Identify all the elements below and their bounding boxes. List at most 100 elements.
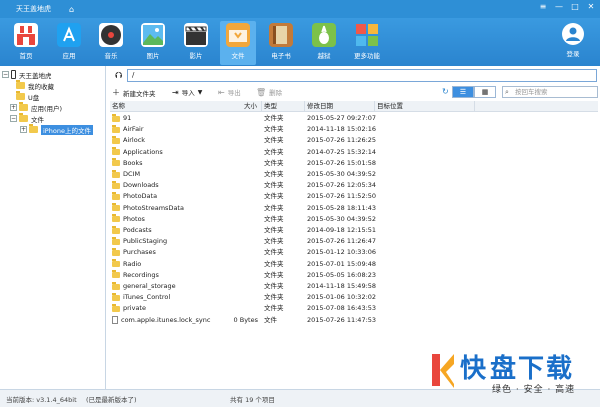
- table-row[interactable]: com.apple.itunes.lock_sync 0 Bytes 文件 2015-…: [110, 315, 598, 326]
- col-location[interactable]: 目标位置: [375, 101, 475, 112]
- tree-favorites[interactable]: 我的收藏: [16, 80, 54, 91]
- toolbar-movies-label: 影片: [189, 52, 203, 60]
- table-row[interactable]: PublicStaging 文件夹 2015-07-26 11:26:47: [110, 236, 598, 247]
- toolbar-jailbreak[interactable]: 越狱: [306, 21, 342, 65]
- toolbar-jailbreak-label: 越狱: [317, 52, 331, 60]
- table-row[interactable]: Radio 文件夹 2015-07-01 15:09:48: [110, 259, 598, 270]
- table-row[interactable]: Downloads 文件夹 2015-07-26 12:05:34: [110, 180, 598, 191]
- table-row[interactable]: AirFair 文件夹 2014-11-18 15:02:16: [110, 124, 598, 135]
- collapse-icon[interactable]: −: [10, 115, 17, 122]
- minimize-icon[interactable]: —: [554, 2, 564, 12]
- table-row[interactable]: Podcasts 文件夹 2014-09-18 12:15:51: [110, 225, 598, 236]
- cell-name: Airlock: [112, 135, 232, 146]
- close-icon[interactable]: ✕: [586, 2, 596, 12]
- toolbar-more[interactable]: 更多功能: [349, 21, 385, 65]
- refresh-icon[interactable]: ↻: [442, 87, 449, 96]
- toolbar-photos[interactable]: 图片: [135, 21, 171, 65]
- col-size-label[interactable]: 大小: [244, 101, 257, 112]
- tree-iphone-files[interactable]: + iPhone上的文件: [20, 124, 93, 135]
- expand-icon[interactable]: +: [10, 104, 17, 111]
- export-button[interactable]: ⇤ 导出: [218, 87, 241, 98]
- table-row[interactable]: private 文件夹 2015-07-08 16:43:53: [110, 303, 598, 314]
- toolbar-home[interactable]: 首页: [8, 21, 44, 65]
- file-name: AirFair: [123, 125, 144, 134]
- menu-icon[interactable]: ≡: [538, 2, 548, 12]
- cell-type: 文件夹: [264, 259, 284, 268]
- cell-name: Radio: [112, 259, 232, 270]
- table-row[interactable]: general_storage 文件夹 2014-11-18 15:49:58: [110, 281, 598, 292]
- tree-files[interactable]: − 文件: [10, 113, 44, 124]
- toolbar-more-label: 更多功能: [354, 52, 380, 60]
- col-date[interactable]: 修改日期: [305, 101, 375, 112]
- login-button[interactable]: 登录: [558, 21, 588, 58]
- new-folder-icon: ＋: [112, 88, 120, 97]
- file-name: Books: [123, 158, 143, 167]
- cell-type: 文件夹: [264, 304, 284, 313]
- action-bar: ＋ 新建文件夹 ⇥ 导入 ▼ ⇤ 导出 🗑 删除 ↻ ☰ ▦ ⌕ 按回车搜索: [110, 86, 598, 100]
- cell-name: Purchases: [112, 247, 232, 258]
- tree-udisk[interactable]: U盘: [16, 91, 39, 102]
- cell-size: 0 Bytes: [233, 315, 258, 324]
- folder-icon: [112, 292, 120, 301]
- cell-type: 文件夹: [264, 282, 284, 290]
- appstore-icon: [57, 23, 81, 47]
- table-row[interactable]: Applications 文件夹 2014-07-25 15:32:14: [110, 147, 598, 158]
- home-icon[interactable]: ⌂: [69, 5, 74, 14]
- folder-icon: [112, 147, 120, 156]
- grid-view-icon[interactable]: ▦: [474, 86, 496, 98]
- cell-type: 文件夹: [264, 293, 284, 302]
- table-row[interactable]: PhotoData 文件夹 2015-07-26 11:52:50: [110, 191, 598, 202]
- toolbar-files[interactable]: 文件: [220, 21, 256, 65]
- folder-icon: [19, 113, 28, 122]
- up-arrow-icon[interactable]: ⮉: [113, 70, 125, 82]
- table-row[interactable]: iTunes_Control 文件夹 2015-01-06 10:32:02: [110, 292, 598, 303]
- cell-type: 文件: [264, 315, 277, 324]
- table-header: 名称 大小 类型 修改日期 目标位置: [110, 101, 598, 112]
- tree-apps[interactable]: + 应用(用户): [10, 102, 62, 113]
- import-button[interactable]: ⇥ 导入 ▼: [172, 87, 203, 98]
- table-row[interactable]: Purchases 文件夹 2015-01-12 10:33:06: [110, 247, 598, 258]
- store-icon: [14, 23, 38, 47]
- toolbar-apps[interactable]: 应用: [51, 21, 87, 65]
- folder-icon: [112, 236, 120, 245]
- toolbar-movies[interactable]: 影片: [178, 21, 214, 65]
- folder-icon: [112, 158, 120, 167]
- watermark-logo: 快 盘下载 绿色 · 安全 · 高速: [424, 342, 600, 407]
- window-title: 天王盖地虎: [16, 5, 51, 13]
- table-row[interactable]: 91 文件夹 2015-05-27 09:27:07: [110, 113, 598, 124]
- logo-slogan: 绿色 · 安全 · 高速: [492, 385, 576, 395]
- table-row[interactable]: DCIM 文件夹 2015-05-30 04:39:52: [110, 169, 598, 180]
- table-row[interactable]: Photos 文件夹 2015-05-30 04:39:52: [110, 214, 598, 225]
- col-name[interactable]: 名称 大小: [110, 101, 262, 112]
- cell-date: 2014-07-25 15:32:14: [307, 147, 377, 156]
- cell-date: 2015-05-30 04:39:52: [307, 214, 377, 223]
- view-toggle: ☰ ▦: [452, 86, 496, 98]
- chevron-down-icon[interactable]: ▼: [198, 89, 203, 96]
- delete-button[interactable]: 🗑 删除: [256, 87, 282, 98]
- table-row[interactable]: Recordings 文件夹 2015-05-05 16:08:23: [110, 270, 598, 281]
- maximize-icon[interactable]: □: [570, 2, 580, 12]
- table-row[interactable]: Airlock 文件夹 2015-07-26 11:26:25: [110, 135, 598, 146]
- cell-type: 文件夹: [264, 237, 284, 246]
- toolbar-ebooks[interactable]: 电子书: [263, 21, 299, 65]
- folder-icon: [112, 281, 120, 290]
- version-note: (已是最新版本了): [86, 396, 137, 404]
- toolbar-music[interactable]: 音乐: [93, 21, 129, 65]
- table-row[interactable]: PhotoStreamsData 文件夹 2015-05-28 18:11:43: [110, 203, 598, 214]
- cell-type: 文件夹: [264, 114, 284, 122]
- new-folder-button[interactable]: ＋ 新建文件夹: [112, 87, 156, 98]
- col-type[interactable]: 类型: [262, 101, 305, 112]
- expand-icon[interactable]: +: [20, 126, 27, 133]
- search-input[interactable]: ⌕ 按回车搜索: [502, 86, 598, 98]
- collapse-icon[interactable]: −: [2, 71, 9, 78]
- file-name: PhotoData: [123, 192, 158, 201]
- new-folder-label: 新建文件夹: [123, 89, 156, 98]
- table-row[interactable]: Books 文件夹 2015-07-26 15:01:58: [110, 158, 598, 169]
- tree-device[interactable]: − 天王盖地虎: [2, 69, 52, 80]
- cell-type: 文件夹: [264, 136, 284, 145]
- file-name: general_storage: [123, 282, 176, 290]
- book-icon: [269, 23, 293, 47]
- list-view-icon[interactable]: ☰: [452, 86, 474, 98]
- clapper-icon: [184, 23, 208, 47]
- path-input[interactable]: /: [127, 69, 597, 82]
